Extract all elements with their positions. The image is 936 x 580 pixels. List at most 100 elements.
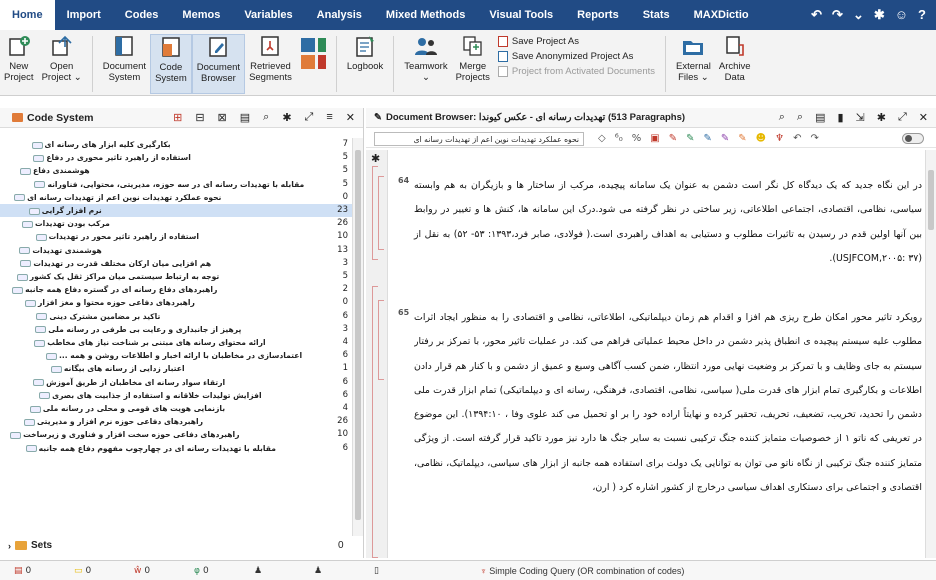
print-icon[interactable]: ▤ xyxy=(815,111,825,124)
highlighter-blue-icon[interactable]: ✎ xyxy=(703,133,711,144)
undock-icon[interactable]: ⤢ xyxy=(898,111,907,124)
external-files-button[interactable]: External Files ⌄ xyxy=(672,34,715,94)
code-tree-row[interactable]: اعتمادسازی در مخاطبان با ارائه اخبار و ا… xyxy=(0,349,352,362)
export-icon[interactable]: ⇲ xyxy=(856,111,865,124)
query-status[interactable]: ♆ Simple Coding Query (OR combination of… xyxy=(480,566,684,576)
menu-import[interactable]: Import xyxy=(55,0,113,30)
highlight-icon[interactable]: ▮ xyxy=(837,111,843,124)
menu-variables[interactable]: Variables xyxy=(232,0,304,30)
code-favorites-icon[interactable]: ⊠ xyxy=(218,111,227,124)
layout-grid-button[interactable] xyxy=(296,34,330,94)
paragraph-text[interactable]: در این نگاه جدید که یک دیدگاه کل نگر است… xyxy=(414,174,922,271)
code-select[interactable]: نحوه عملکرد تهدیدات نوین اعم از تهدیدات … xyxy=(374,131,584,146)
code-tree-row[interactable]: ارتقاء سواد رسانه ای مخاطبان از طریق آمو… xyxy=(0,376,352,389)
status-page[interactable]: ▯ xyxy=(374,566,420,576)
status-users[interactable]: ♟ xyxy=(314,566,360,576)
status-user[interactable]: ♟ xyxy=(254,566,300,576)
code-tree-row[interactable]: تاکید بر مضامین مشترک دینی 6 xyxy=(0,310,352,323)
project-from-activated-button[interactable]: Project from Activated Documents xyxy=(497,66,655,77)
status-memos[interactable]: ŵ0 xyxy=(134,566,180,576)
menu-codes[interactable]: Codes xyxy=(113,0,171,30)
emoticon-icon[interactable]: ☻ xyxy=(756,133,766,144)
paragraph-text[interactable]: رویکرد تاثیر محور امکان طرح ریزی هم افزا… xyxy=(414,306,922,558)
sets-row[interactable]: › Sets 0 xyxy=(8,540,344,551)
code-system-button[interactable]: Code System xyxy=(150,34,192,94)
code-tree-row[interactable]: نرم افزار گرایی 23 xyxy=(0,204,352,218)
settings-icon[interactable]: ✱ xyxy=(874,7,885,23)
close-icon[interactable]: ✕ xyxy=(919,111,928,124)
code-list-icon[interactable]: ▤ xyxy=(240,111,250,124)
redo-icon[interactable]: ↷ xyxy=(832,7,843,23)
settings-icon[interactable]: ✱ xyxy=(371,152,380,165)
code-tree-row[interactable]: هوشمندی تهدیدات 13 xyxy=(0,244,352,257)
code-tree-row[interactable]: راهبردهای دفاعی حوزه محتوا و مغز افزار 0 xyxy=(0,296,352,309)
edit-mode-toggle[interactable] xyxy=(902,133,924,144)
code-tree-row[interactable]: مقابله با تهدیدات رسانه ای در سه حوزه، م… xyxy=(0,178,352,191)
highlighter-orange-icon[interactable]: ✎ xyxy=(738,133,746,144)
undo-icon[interactable]: ↶ xyxy=(811,7,822,23)
undo-coding-icon[interactable]: ↶ xyxy=(793,133,801,144)
menu-home[interactable]: Home xyxy=(0,0,55,30)
code-tree-row[interactable]: پرهیز از جانبداری و رعایت بی طرفی در رسا… xyxy=(0,323,352,336)
search-icon[interactable]: ⌕ xyxy=(263,111,269,124)
code-tree-row[interactable]: استفاده از راهبرد تاثیر محوری در دفاع 5 xyxy=(0,151,352,164)
code-tree-row[interactable]: افزایش تولیدات خلاقانه و استفاده از جذاب… xyxy=(0,389,352,402)
code-icon[interactable]: ◇ xyxy=(598,133,606,144)
code-set-icon[interactable]: ⊟ xyxy=(195,111,204,124)
archive-data-button[interactable]: Archive Data xyxy=(715,34,755,94)
highlighter-purple-icon[interactable]: ✎ xyxy=(721,133,729,144)
code-tree-row[interactable]: هم افزایی میان ارکان مختلف قدرت در تهدید… xyxy=(0,257,352,270)
code-tree-row[interactable]: نحوه عملکرد تهدیدات نوین اعم از تهدیدات … xyxy=(0,191,352,204)
status-documents[interactable]: ▤ 0 xyxy=(14,566,60,576)
code-tree-row[interactable]: هوشمندی دفاع 5 xyxy=(0,164,352,177)
logbook-button[interactable]: Logbook xyxy=(343,34,387,94)
save-anonymized-button[interactable]: Save Anonymized Project As xyxy=(497,51,655,62)
search-icon[interactable]: ⌕ xyxy=(779,111,785,124)
code-in-vivo-icon[interactable]: ⁶₀ xyxy=(615,133,623,144)
document-system-button[interactable]: Document System xyxy=(99,34,150,94)
code-tree-row[interactable]: اعتبار زدایی از رسانه های بیگانه 1 xyxy=(0,362,352,375)
merge-projects-button[interactable]: Merge Projects xyxy=(452,34,494,94)
coding-stripe[interactable] xyxy=(378,300,384,380)
dropdown-icon[interactable]: ⌄ xyxy=(853,7,864,23)
menu-analysis[interactable]: Analysis xyxy=(305,0,374,30)
undock-icon[interactable]: ⤢ xyxy=(305,111,314,124)
document-scrollbar[interactable] xyxy=(925,150,936,558)
code-tree-row[interactable]: مقابله با تهدیدات رسانه ای در چهارچوب مف… xyxy=(0,442,352,455)
code-tree-row[interactable]: استفاده از راهبرد تاثیر محور در تهدیدات 1… xyxy=(0,230,352,243)
teamwork-button[interactable]: Teamwork ⌄ xyxy=(400,34,451,94)
code-tree-row[interactable]: مرکب بودن تهدیدات 26 xyxy=(0,217,352,230)
code-tree-row[interactable]: توجه به ارتباط سیستمی میان مراکز ثقل یک … xyxy=(0,270,352,283)
collapse-icon[interactable]: ≡ xyxy=(326,111,332,124)
menu-visual-tools[interactable]: Visual Tools xyxy=(477,0,565,30)
expand-caret-icon[interactable]: › xyxy=(8,541,11,551)
settings-icon[interactable]: ✱ xyxy=(877,111,886,124)
redo-coding-icon[interactable]: ↷ xyxy=(810,133,818,144)
open-project-button[interactable]: Open Project ⌄ xyxy=(38,34,86,94)
highlighter-red-icon[interactable]: ✎ xyxy=(669,133,677,144)
retrieved-segments-button[interactable]: Retrieved Segments xyxy=(245,34,296,94)
code-with-new-icon[interactable]: % xyxy=(632,133,642,144)
highlighter-green-icon[interactable]: ✎ xyxy=(686,133,694,144)
help-icon[interactable]: ? xyxy=(918,7,926,23)
search-codes-icon[interactable]: ⌕ xyxy=(797,111,803,124)
status-codes[interactable]: ▭ 0 xyxy=(74,566,120,576)
code-tree-scrollbar[interactable] xyxy=(352,138,363,536)
code-tree-row[interactable]: بازنمایی هویت های قومی و محلی در رسانه م… xyxy=(0,402,352,415)
close-icon[interactable]: ✕ xyxy=(346,111,355,124)
settings-icon[interactable]: ✱ xyxy=(282,111,291,124)
symbol-icon[interactable]: ♆ xyxy=(775,133,784,144)
code-tree-row[interactable]: راهبردهای دفاعی حوزه نرم افزار و مدیریتی… xyxy=(0,415,352,428)
document-browser-button[interactable]: Document Browser xyxy=(191,34,246,94)
menu-mixed-methods[interactable]: Mixed Methods xyxy=(374,0,477,30)
code-tree-row[interactable]: بکارگیری کلیه ابزار های رسانه ای 7 xyxy=(0,138,352,151)
scrollbar-thumb[interactable] xyxy=(355,150,361,520)
code-tree-row[interactable]: ارائه محتوای رسانه های مبتنی بر شناخت نی… xyxy=(0,336,352,349)
code-box-icon[interactable]: ▣ xyxy=(650,133,659,144)
code-tree-row[interactable]: راهبردهای دفاع رسانه ای در گستره دفاع هم… xyxy=(0,283,352,296)
coding-stripe[interactable] xyxy=(378,176,384,250)
new-project-button[interactable]: New Project xyxy=(0,34,38,94)
status-links[interactable]: φ0 xyxy=(194,566,240,576)
scrollbar-thumb[interactable] xyxy=(928,170,934,230)
smiley-icon[interactable]: ☺ xyxy=(895,7,908,23)
